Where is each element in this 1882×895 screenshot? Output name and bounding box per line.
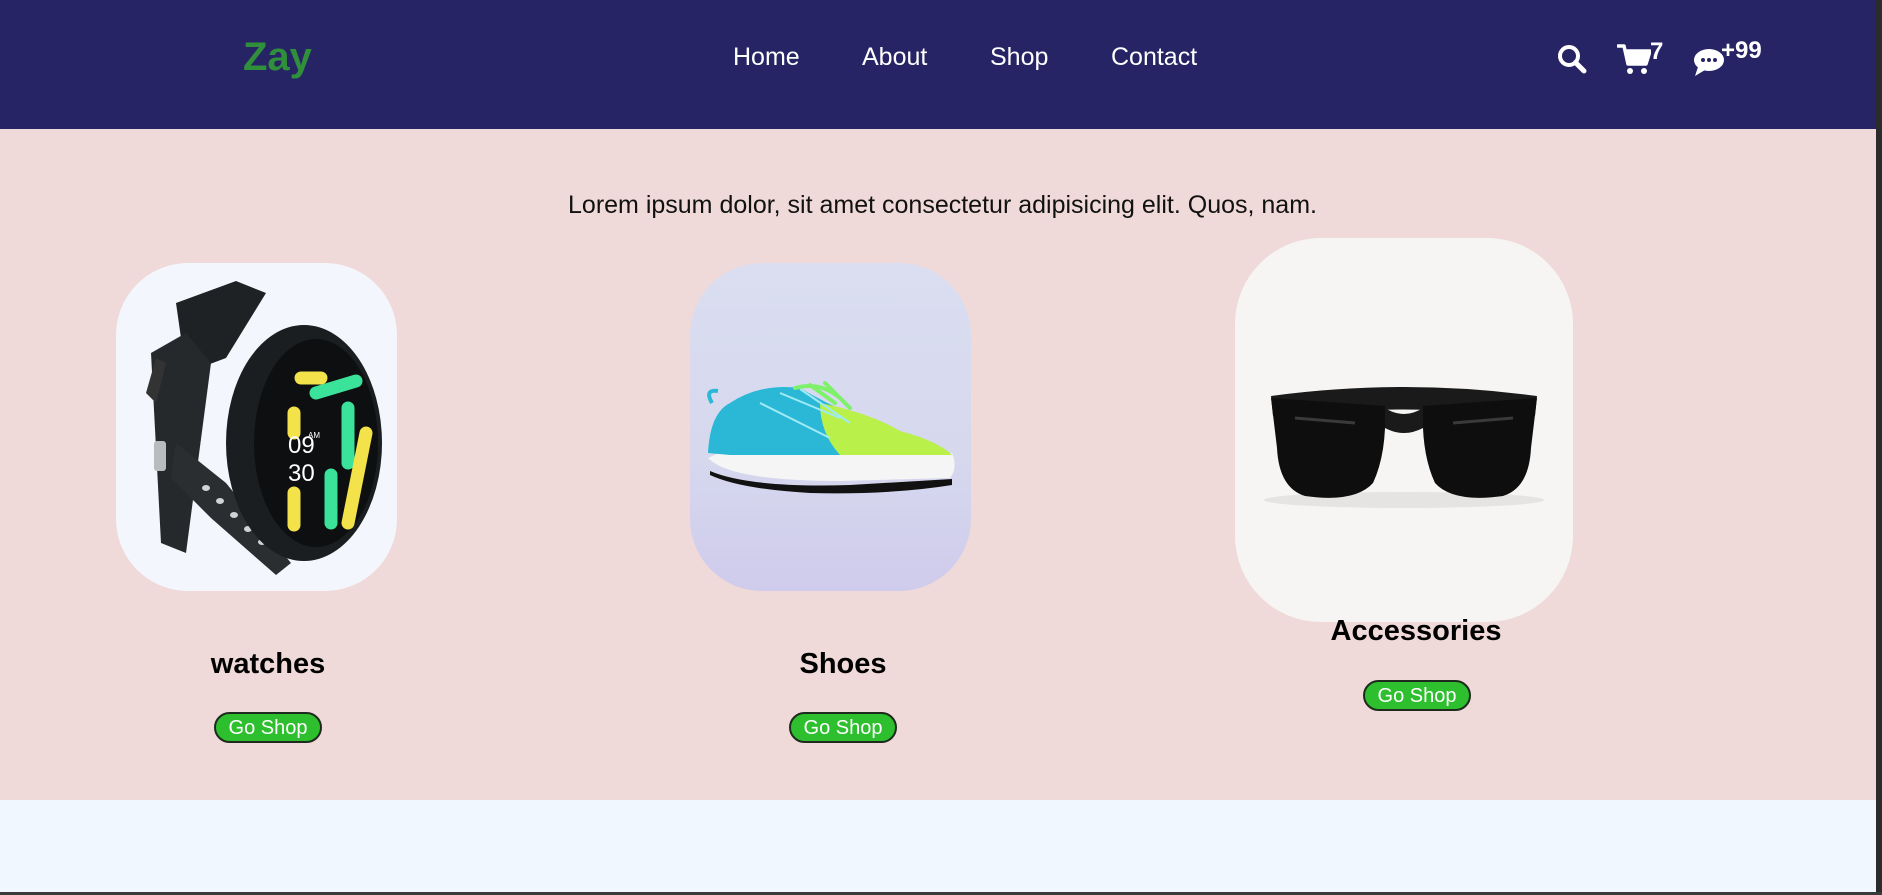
brand-logo[interactable]: Zay xyxy=(243,35,312,80)
go-shop-button-accessories[interactable]: Go Shop xyxy=(1363,680,1471,711)
category-title-shoes: Shoes xyxy=(799,648,887,680)
go-shop-button-shoes[interactable]: Go Shop xyxy=(789,712,897,743)
category-image-shoes[interactable] xyxy=(690,263,971,591)
search-icon[interactable] xyxy=(1556,43,1588,75)
category-image-accessories[interactable] xyxy=(1235,238,1573,622)
categories-section: Lorem ipsum dolor, sit amet consectetur … xyxy=(0,129,1876,800)
section-tagline: Lorem ipsum dolor, sit amet consectetur … xyxy=(568,191,1317,219)
category-image-watches[interactable]: 09 30 AM xyxy=(116,263,397,591)
window-scrollbar[interactable] xyxy=(1876,0,1882,895)
go-shop-button-watches[interactable]: Go Shop xyxy=(214,712,322,743)
category-title-watches: watches xyxy=(210,648,326,680)
category-title-accessories: Accessories xyxy=(1330,615,1502,647)
cart-count-badge: 7 xyxy=(1650,38,1664,65)
nav-link-home[interactable]: Home xyxy=(733,43,800,72)
cart-icon[interactable] xyxy=(1616,43,1652,75)
messages-count-badge: +99 xyxy=(1721,37,1762,64)
navbar: Zay Home About Shop Contact 7 +99 xyxy=(0,0,1876,129)
nav-link-about[interactable]: About xyxy=(862,43,927,72)
nav-link-shop[interactable]: Shop xyxy=(990,43,1048,72)
page: Zay Home About Shop Contact 7 +99 Lorem … xyxy=(0,0,1876,892)
svg-text:AM: AM xyxy=(308,431,320,440)
svg-text:30: 30 xyxy=(288,460,315,487)
nav-link-contact[interactable]: Contact xyxy=(1111,43,1197,72)
